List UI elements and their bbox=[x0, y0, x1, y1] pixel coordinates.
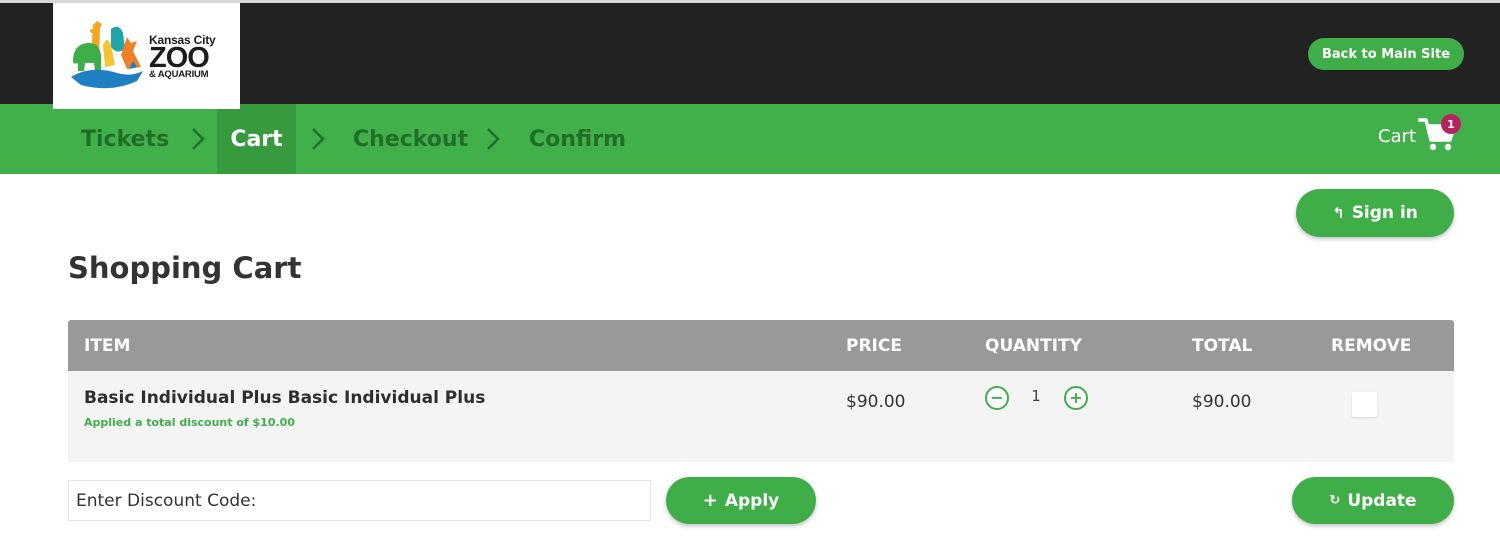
page-title: Shopping Cart bbox=[68, 251, 302, 285]
quantity-decrease-button[interactable]: − bbox=[985, 386, 1009, 410]
update-cart-button[interactable]: ↻ Update bbox=[1292, 477, 1454, 524]
quantity-value: 1 bbox=[1031, 387, 1041, 405]
cart-count-badge: 1 bbox=[1441, 114, 1461, 134]
step-checkout[interactable]: Checkout bbox=[353, 104, 468, 174]
column-header-price: PRICE bbox=[846, 335, 902, 356]
remove-item-checkbox[interactable] bbox=[1352, 392, 1377, 417]
item-price: $90.00 bbox=[846, 392, 906, 412]
step-cart[interactable]: Cart bbox=[217, 104, 296, 174]
cart-link[interactable]: Cart bbox=[1378, 116, 1416, 156]
chevron-right-icon bbox=[487, 128, 500, 150]
sign-in-label: Sign in bbox=[1351, 203, 1418, 223]
column-header-quantity: QUANTITY bbox=[985, 335, 1082, 356]
discount-code-input[interactable] bbox=[68, 480, 651, 521]
zoo-animals-logo-icon bbox=[71, 21, 143, 89]
plus-icon: + bbox=[1069, 388, 1083, 407]
column-header-remove: REMOVE bbox=[1331, 335, 1412, 356]
logo-wordmark: Kansas City ZOO & AQUARIUM bbox=[149, 34, 216, 80]
item-discount-note: Applied a total discount of $10.00 bbox=[84, 416, 295, 429]
logo-zoo-text: ZOO bbox=[149, 42, 210, 74]
refresh-icon: ↻ bbox=[1329, 493, 1341, 508]
reply-arrow-icon: ↰ bbox=[1332, 204, 1345, 222]
column-header-total: TOTAL bbox=[1192, 335, 1253, 356]
sign-in-button[interactable]: ↰ Sign in bbox=[1296, 189, 1454, 237]
apply-label: Apply bbox=[724, 490, 780, 511]
logo-aquarium-text: & AQUARIUM bbox=[149, 69, 209, 80]
item-name: Basic Individual Plus Basic Individual P… bbox=[84, 388, 486, 408]
minus-icon: − bbox=[990, 388, 1004, 407]
step-tickets[interactable]: Tickets bbox=[81, 104, 169, 174]
chevron-right-icon bbox=[192, 128, 205, 150]
update-label: Update bbox=[1347, 490, 1417, 511]
apply-discount-button[interactable]: + Apply bbox=[666, 477, 816, 524]
item-total: $90.00 bbox=[1192, 392, 1252, 412]
column-header-item: ITEM bbox=[84, 335, 131, 356]
plus-icon: + bbox=[702, 490, 718, 511]
quantity-increase-button[interactable]: + bbox=[1064, 386, 1088, 410]
step-confirm[interactable]: Confirm bbox=[529, 104, 626, 174]
site-logo[interactable]: Kansas City ZOO & AQUARIUM bbox=[53, 3, 240, 109]
chevron-right-icon bbox=[312, 128, 325, 150]
back-to-main-site-button[interactable]: Back to Main Site bbox=[1308, 38, 1464, 70]
